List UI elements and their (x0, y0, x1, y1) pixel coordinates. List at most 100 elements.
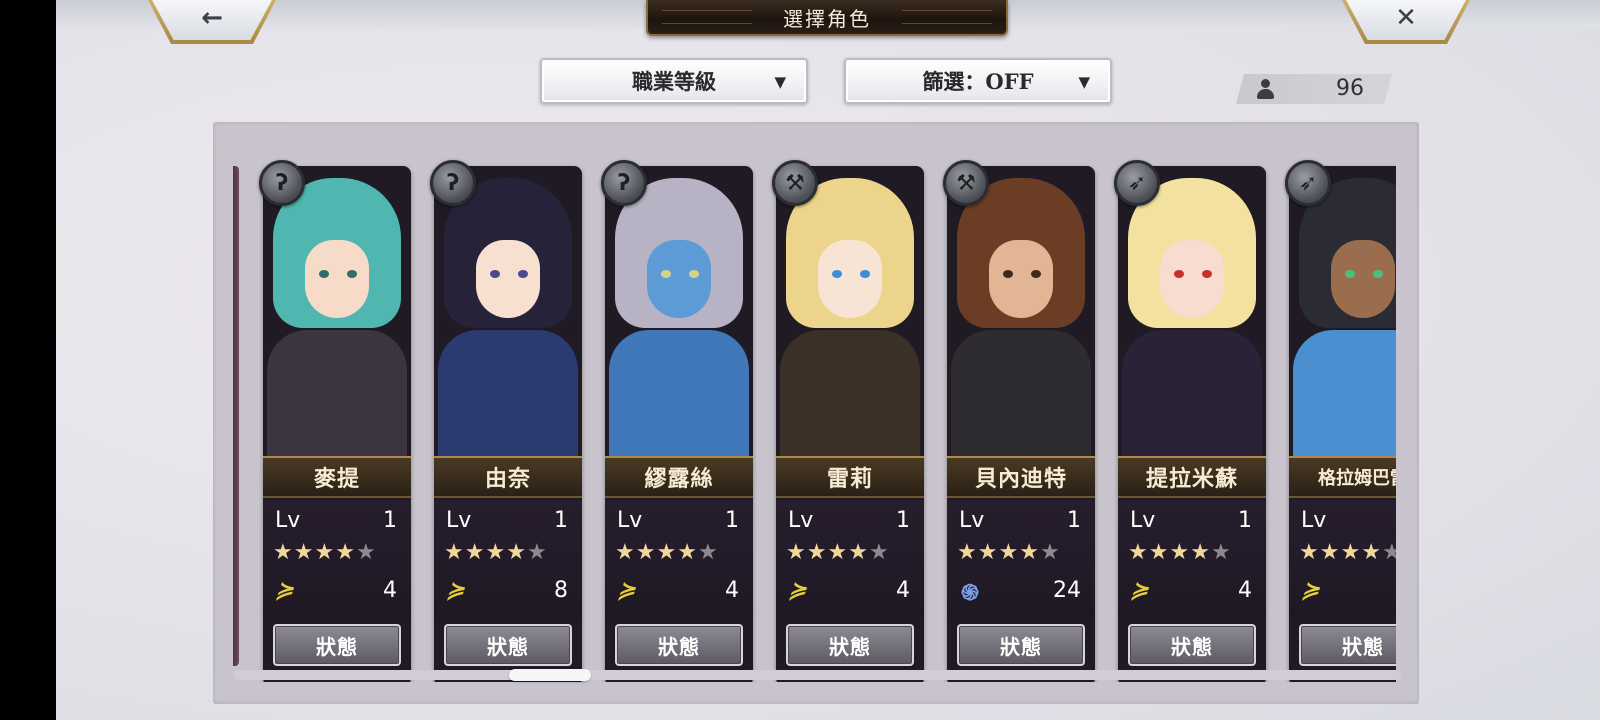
character-name: 格拉姆巴雷 (1318, 468, 1396, 489)
back-button[interactable]: ← (148, 0, 276, 44)
character-stats: Lv 1 ★★★★★ ֍ 24 (947, 500, 1095, 618)
star-icon: ★ (1019, 540, 1040, 565)
character-stats: Lv 1 ★★★★★ ≽ 4 (263, 500, 411, 618)
bonus-value: 4 (383, 578, 397, 603)
bonus-value: 4 (725, 578, 739, 603)
level-label: Lv (446, 508, 472, 533)
status-button[interactable]: 狀態 (273, 624, 401, 666)
title-plate: 選擇角色 (646, 0, 1008, 36)
level-value: 1 (896, 508, 910, 533)
star-icon: ★ (697, 540, 719, 565)
status-button-label: 狀態 (829, 634, 871, 659)
star-icon: ★ (1148, 540, 1170, 565)
star-icon: ★ (335, 540, 356, 565)
chevron-down-icon: ▼ (1078, 73, 1090, 91)
character-stats: Lv 1 ★★★★★ ≽ 4 (776, 500, 924, 618)
sort-dropdown[interactable]: 職業等級 ▼ (540, 58, 808, 104)
wing-icon: ≽ (443, 578, 471, 603)
scrollbar-thumb[interactable] (509, 669, 591, 681)
staff-icon: ʔ (259, 160, 305, 206)
character-card[interactable]: ➶ 格拉姆巴雷 Lv ★★★★★ ≽ 狀態 (1285, 160, 1396, 682)
star-icon: ★ (1190, 540, 1211, 565)
rarity-stars: ★★★★★ (444, 540, 548, 565)
status-button[interactable]: 狀態 (786, 624, 914, 666)
character-name-plate: 由奈 (434, 456, 582, 498)
character-name-plate: 提拉米蘇 (1118, 456, 1266, 498)
status-button[interactable]: 狀態 (957, 624, 1085, 666)
star-icon: ★ (1299, 540, 1320, 565)
star-icon: ★ (615, 540, 636, 565)
partial-character-card[interactable] (233, 166, 239, 666)
star-icon: ★ (314, 540, 336, 565)
status-button[interactable]: 狀態 (444, 624, 572, 666)
star-icon: ★ (464, 540, 486, 565)
character-carousel[interactable]: ʔ 麥提 Lv 1 ★★★★★ ≽ 4 狀態 ʔ 由奈 Lv 1 ★★★★★ ≽… (233, 142, 1396, 682)
star-icon: ★ (1340, 540, 1362, 565)
character-portrait (1122, 170, 1262, 464)
wing-icon: ≽ (785, 578, 813, 603)
page-title: 選擇角色 (783, 6, 871, 31)
star-icon: ★ (1381, 540, 1396, 565)
staff-icon: ʔ (601, 160, 647, 206)
star-icon: ★ (485, 540, 507, 565)
bonus-value: 4 (896, 578, 910, 603)
unit-count-value: 96 (1336, 76, 1364, 101)
staff-icon: ʔ (430, 160, 476, 206)
character-card[interactable]: ⚒ 雷莉 Lv 1 ★★★★★ ≽ 4 狀態 (772, 160, 924, 682)
character-list-panel: ʔ 麥提 Lv 1 ★★★★★ ≽ 4 狀態 ʔ 由奈 Lv 1 ★★★★★ ≽… (213, 122, 1419, 704)
status-button-label: 狀態 (1000, 634, 1042, 659)
character-name: 雷莉 (826, 466, 873, 492)
wing-icon: ≽ (1127, 578, 1155, 603)
status-button-label: 狀態 (1171, 634, 1213, 659)
character-card[interactable]: ⚒ 貝內迪特 Lv 1 ★★★★★ ֍ 24 狀態 (943, 160, 1095, 682)
bonus-value: 8 (554, 578, 568, 603)
character-portrait (780, 170, 920, 464)
character-portrait (267, 170, 407, 464)
level-label: Lv (959, 508, 985, 533)
star-icon: ★ (1128, 540, 1149, 565)
rarity-stars: ★★★★★ (1299, 540, 1396, 565)
character-card[interactable]: ʔ 麥提 Lv 1 ★★★★★ ≽ 4 狀態 (259, 160, 411, 682)
level-label: Lv (275, 508, 301, 533)
spear-icon: ➶ (1114, 160, 1160, 206)
unit-count-badge: 96 (1236, 74, 1392, 104)
horizontal-scrollbar[interactable] (233, 669, 1401, 681)
character-card[interactable]: ʔ 繆露絲 Lv 1 ★★★★★ ≽ 4 狀態 (601, 160, 753, 682)
character-card[interactable]: ➶ 提拉米蘇 Lv 1 ★★★★★ ≽ 4 狀態 (1114, 160, 1266, 682)
star-icon: ★ (1319, 540, 1341, 565)
status-button-label: 狀態 (316, 634, 358, 659)
close-button[interactable]: ✕ (1342, 0, 1470, 44)
star-icon: ★ (526, 540, 548, 565)
filter-dropdown[interactable]: 篩選：OFF ▼ (844, 58, 1112, 104)
character-name: 由奈 (484, 466, 531, 492)
character-name-plate: 格拉姆巴雷 (1289, 456, 1396, 498)
level-value: 1 (554, 508, 568, 533)
character-portrait (609, 170, 749, 464)
chevron-down-icon: ▼ (774, 73, 786, 91)
level-label: Lv (788, 508, 814, 533)
wing-icon: ≽ (614, 578, 642, 603)
star-icon: ★ (957, 540, 978, 565)
spear-icon: ➶ (1285, 160, 1331, 206)
character-name: 提拉米蘇 (1145, 466, 1238, 492)
star-icon: ★ (1169, 540, 1191, 565)
star-icon: ★ (1361, 540, 1382, 565)
rarity-stars: ★★★★★ (615, 540, 719, 565)
character-card[interactable]: ʔ 由奈 Lv 1 ★★★★★ ≽ 8 狀態 (430, 160, 582, 682)
status-button[interactable]: 狀態 (1299, 624, 1396, 666)
status-button[interactable]: 狀態 (1128, 624, 1256, 666)
star-icon: ★ (506, 540, 527, 565)
swirl-icon: ֍ (961, 581, 979, 606)
status-button[interactable]: 狀態 (615, 624, 743, 666)
star-icon: ★ (977, 540, 999, 565)
star-icon: ★ (998, 540, 1020, 565)
level-label: Lv (1130, 508, 1156, 533)
star-icon: ★ (656, 540, 678, 565)
character-stats: Lv ★★★★★ ≽ (1289, 500, 1396, 618)
filter-dropdown-label: 篩選：OFF (922, 69, 1034, 94)
character-select-screen: ← 選擇角色 ✕ 職業等級 ▼ 篩選：OFF ▼ 96 ʔ 麥提 Lv 1 ★★… (56, 0, 1600, 720)
person-icon (1256, 79, 1274, 99)
level-value: 1 (725, 508, 739, 533)
star-icon: ★ (806, 540, 828, 565)
rarity-stars: ★★★★★ (957, 540, 1061, 565)
